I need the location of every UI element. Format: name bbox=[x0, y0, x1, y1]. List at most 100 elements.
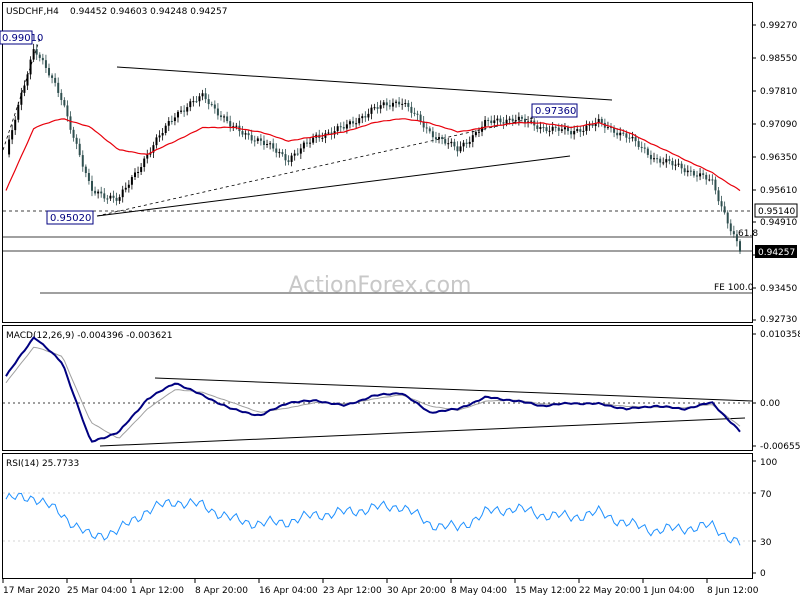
candle-body bbox=[176, 111, 179, 118]
price-tick: 0.92730 bbox=[760, 315, 797, 325]
price-tick: 0.95610 bbox=[760, 186, 797, 196]
candle-body bbox=[708, 179, 711, 181]
candle-body bbox=[216, 108, 219, 116]
macd-tick: -0.006553 bbox=[760, 442, 800, 452]
candle-body bbox=[72, 129, 75, 138]
candle-body bbox=[548, 130, 551, 132]
candle-body bbox=[358, 118, 361, 124]
candle-body bbox=[183, 110, 186, 112]
x-tick: 8 May 04:00 bbox=[451, 586, 507, 596]
candle-body bbox=[413, 112, 416, 114]
candle-body bbox=[711, 179, 714, 181]
candle-body bbox=[576, 129, 579, 131]
candle-body bbox=[41, 57, 44, 61]
candle-body bbox=[342, 127, 345, 129]
candle-body bbox=[256, 138, 259, 142]
candle-body bbox=[692, 170, 695, 176]
candle-body bbox=[474, 131, 477, 136]
price-tick: 0.96350 bbox=[760, 153, 797, 163]
candle-body bbox=[355, 123, 358, 125]
annotation-high: 0.99010 bbox=[0, 30, 43, 45]
candle-body bbox=[505, 119, 508, 124]
candle-body bbox=[130, 177, 133, 185]
candle-body bbox=[637, 141, 640, 147]
candle-body bbox=[686, 170, 689, 173]
candle-body bbox=[410, 106, 413, 113]
candle-body bbox=[634, 136, 637, 142]
chart-ohlc: 0.94452 0.94603 0.94248 0.94257 bbox=[70, 7, 227, 17]
annotation-fe: FE 100.0 bbox=[714, 283, 754, 293]
candle-body bbox=[373, 107, 376, 109]
candle-body bbox=[674, 164, 677, 166]
candle-body bbox=[508, 118, 511, 120]
candle-body bbox=[732, 231, 735, 235]
candle-body bbox=[275, 148, 278, 153]
candle-body bbox=[631, 136, 634, 139]
candle-body bbox=[235, 125, 238, 127]
candle-body bbox=[204, 93, 207, 100]
candle-body bbox=[164, 125, 167, 133]
candle-body bbox=[490, 120, 493, 124]
candle-body bbox=[729, 223, 732, 232]
annotation-swing-text: 0.97360 bbox=[535, 106, 576, 117]
candle-body bbox=[520, 116, 523, 119]
candle-body bbox=[287, 160, 290, 162]
candle-body bbox=[702, 173, 705, 175]
candle-body bbox=[680, 163, 683, 169]
candle-body bbox=[284, 154, 287, 161]
candle-body bbox=[124, 187, 127, 190]
candle-body bbox=[262, 140, 265, 145]
candle-body bbox=[167, 121, 170, 126]
price-tick: 0.99270 bbox=[760, 21, 797, 31]
price-tick: 0.93450 bbox=[760, 284, 797, 294]
rsi-tick: 100 bbox=[760, 458, 777, 468]
candle-body bbox=[302, 142, 305, 149]
annotation-fib: 61.8 bbox=[738, 229, 758, 239]
candle-body bbox=[739, 241, 741, 252]
annotation-high-text: 0.99010 bbox=[2, 33, 43, 44]
x-tick: 1 Apr 12:00 bbox=[131, 586, 184, 596]
candle-body bbox=[290, 155, 293, 162]
candle-body bbox=[579, 129, 582, 132]
candle-body bbox=[465, 142, 468, 144]
price-tick: 0.94910 bbox=[760, 218, 797, 228]
candle-body bbox=[622, 132, 625, 134]
candle-body bbox=[60, 92, 63, 101]
candle-body bbox=[398, 101, 401, 105]
candle-body bbox=[668, 159, 671, 161]
candle-body bbox=[514, 120, 517, 122]
candle-body bbox=[643, 147, 646, 149]
candle-body bbox=[281, 152, 284, 155]
candle-body bbox=[573, 130, 576, 135]
candle-body bbox=[339, 126, 342, 128]
candle-body bbox=[269, 143, 272, 145]
candle-body bbox=[26, 74, 29, 86]
candle-body bbox=[109, 195, 112, 199]
candle-body bbox=[66, 105, 69, 117]
candle-body bbox=[487, 119, 490, 121]
annotation-low: 0.95020 bbox=[46, 210, 94, 225]
x-tick: 8 Apr 20:00 bbox=[195, 586, 248, 596]
candle-body bbox=[146, 154, 149, 159]
candle-body bbox=[370, 107, 373, 114]
candle-body bbox=[395, 101, 398, 103]
candle-body bbox=[677, 163, 680, 165]
x-tick: 16 Apr 04:00 bbox=[259, 586, 318, 596]
candle-body bbox=[653, 158, 656, 160]
candle-body bbox=[63, 100, 66, 106]
candle-body bbox=[201, 93, 204, 97]
candle-body bbox=[173, 117, 176, 122]
candle-body bbox=[499, 118, 502, 123]
candle-body bbox=[379, 105, 382, 109]
candle-body bbox=[717, 190, 720, 202]
candle-body bbox=[278, 152, 281, 154]
candle-body bbox=[210, 104, 213, 106]
candle-body bbox=[404, 103, 407, 105]
candle-body bbox=[35, 49, 38, 55]
candle-body bbox=[78, 143, 81, 156]
candle-body bbox=[14, 119, 17, 131]
candle-body bbox=[385, 102, 388, 106]
candle-body bbox=[536, 125, 539, 129]
candle-body bbox=[425, 127, 428, 129]
candle-body bbox=[75, 137, 78, 144]
